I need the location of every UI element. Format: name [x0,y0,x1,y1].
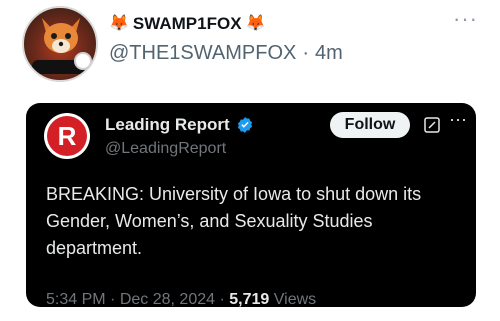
quoted-date[interactable]: Dec 28, 2024 [120,291,215,307]
follow-button[interactable]: Follow [330,112,410,138]
quoted-time[interactable]: 5:34 PM [46,291,106,307]
more-horizontal-icon[interactable]: ··· [449,110,467,128]
verified-badge-icon [237,117,252,133]
leading-report-logo-icon: R [47,116,87,156]
views-label: Views [273,291,317,307]
post-author-name[interactable]: 🦊 SWAMP1FOX 🦊 [109,14,265,34]
meta-dot: · [110,291,116,307]
display-name[interactable]: SWAMP1FOX [133,14,242,34]
views-count: 5,719 [229,291,270,307]
quoted-handle[interactable]: @LeadingReport [105,140,226,158]
meta-separator: · [302,42,310,64]
meta-dot: · [219,291,225,307]
avatar-fox-icon [42,18,80,53]
post-handle-row: @THE1SWAMPFOX · 4m [109,42,343,65]
post-avatar[interactable] [22,6,98,82]
fox-emoji-left: 🦊 [109,15,129,32]
avatar-badge-icon [74,52,92,70]
quoted-tweet-meta: 5:34 PM · Dec 28, 2024 · 5,719 Views [46,291,316,307]
leading-report-avatar[interactable]: R [44,113,90,159]
compose-icon[interactable] [424,117,440,133]
quoted-tweet-card[interactable]: R Leading Report @LeadingReport Follow ·… [26,103,476,307]
more-horizontal-icon[interactable]: ··· [453,8,478,30]
post-handle[interactable]: @THE1SWAMPFOX [109,42,296,65]
quoted-author-name[interactable]: Leading Report [105,115,230,135]
quoted-author-row: Leading Report [105,115,254,135]
quoted-tweet-text: BREAKING: University of Iowa to shut dow… [46,184,422,258]
fox-emoji-right: 🦊 [245,15,266,32]
post-time[interactable]: 4m [315,42,343,65]
